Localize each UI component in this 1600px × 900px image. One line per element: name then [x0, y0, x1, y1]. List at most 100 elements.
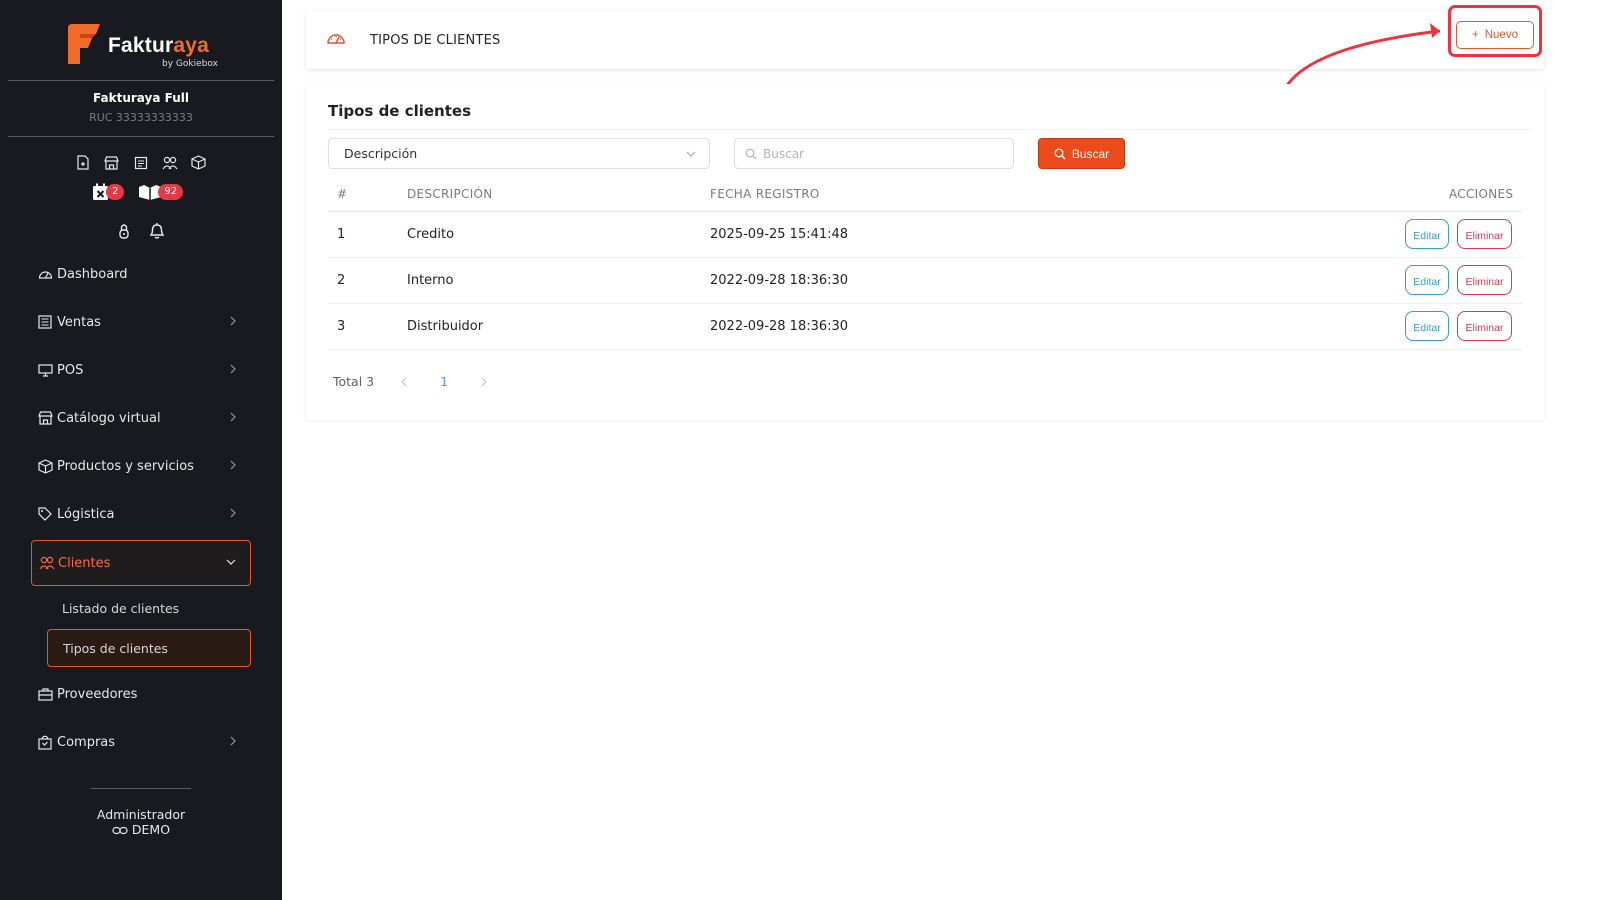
chevron-right-icon	[230, 412, 236, 422]
cell-num: 3	[337, 319, 346, 334]
company-ruc: RUC 33333333333	[89, 111, 193, 124]
user-menu[interactable]: DEMO	[0, 822, 282, 837]
section-title: Tipos de clientes	[328, 102, 471, 120]
dashboard-icon	[38, 266, 54, 282]
cell-num: 2	[337, 273, 346, 288]
column-header-descripcion: DESCRIPCIÓN	[407, 187, 493, 201]
pagination: Total 3 1	[333, 374, 492, 389]
bell-icon[interactable]	[148, 222, 166, 244]
filter-select[interactable]: Descripción	[328, 138, 710, 169]
sub-item-label: Tipos de clientes	[63, 640, 168, 656]
pagination-total: Total 3	[333, 374, 375, 389]
nav-item-clientes[interactable]: Clientes	[31, 540, 251, 586]
receipt-icon[interactable]	[132, 154, 149, 171]
edit-button[interactable]: Editar	[1405, 219, 1449, 249]
section-divider	[328, 129, 1530, 130]
store-icon[interactable]	[103, 154, 120, 171]
calendar-count-badge: 2	[106, 184, 125, 200]
briefcase-icon	[38, 686, 54, 702]
chevron-right-icon	[230, 736, 236, 746]
sidebar-divider	[8, 80, 274, 81]
nav-item-productos-servicios[interactable]: Productos y servicios	[31, 443, 251, 489]
search-button[interactable]: Buscar	[1038, 138, 1125, 169]
cell-num: 1	[337, 227, 346, 242]
edit-button[interactable]: Editar	[1405, 265, 1449, 295]
sub-item-listado-clientes[interactable]: Listado de clientes	[47, 589, 251, 627]
nav-item-pos[interactable]: POS	[31, 347, 251, 393]
column-header-num: #	[337, 187, 348, 201]
cell-fecha: 2022-09-28 18:36:30	[710, 273, 849, 288]
table-row: 3 Distribuidor 2022-09-28 18:36:30 Edita…	[328, 304, 1522, 350]
box-icon	[38, 458, 54, 474]
calendar-badge[interactable]: 2	[92, 183, 125, 201]
lock-icon[interactable]	[116, 222, 132, 244]
brand-byline: by Gokiebox	[162, 59, 218, 69]
search-input[interactable]	[763, 146, 1003, 161]
edit-button[interactable]: Editar	[1405, 311, 1449, 341]
chevron-right-icon	[230, 316, 236, 326]
tag-icon	[38, 506, 54, 522]
sidebar: Fakturaya by Gokiebox Fakturaya Full RUC…	[0, 0, 282, 900]
cell-fecha: 2025-09-25 15:41:48	[710, 227, 849, 242]
chevron-left-icon	[401, 377, 407, 386]
search-icon	[1054, 148, 1066, 159]
chevron-down-icon	[226, 559, 236, 565]
cell-fecha: 2022-09-28 18:36:30	[710, 319, 849, 334]
table-row: 1 Credito 2025-09-25 15:41:48 Editar Eli…	[328, 212, 1522, 258]
search-icon	[745, 148, 757, 159]
nav-item-compras[interactable]: Compras	[31, 719, 251, 765]
company-info: Fakturaya Full RUC 33333333333	[0, 91, 282, 124]
chevron-right-icon	[230, 460, 236, 470]
dashboard-icon	[327, 34, 345, 44]
prev-page-button[interactable]	[396, 377, 412, 387]
chevron-right-icon	[481, 377, 487, 386]
search-button-label: Buscar	[1071, 146, 1110, 161]
nav-item-catalogo-virtual[interactable]: Catálogo virtual	[31, 395, 251, 441]
monitor-icon	[38, 362, 54, 378]
filter-select-value: Descripción	[344, 146, 418, 161]
page-number[interactable]: 1	[440, 374, 448, 389]
nav-label: Compras	[57, 734, 116, 750]
delete-button[interactable]: Eliminar	[1457, 265, 1512, 295]
user-name: DEMO	[131, 822, 171, 837]
brand-name: Fakturaya	[108, 34, 210, 57]
users-icon[interactable]	[161, 154, 178, 171]
sidebar-divider	[8, 136, 274, 137]
nav-label: POS	[57, 362, 84, 378]
delete-button[interactable]: Eliminar	[1457, 311, 1512, 341]
nav-label: Catálogo virtual	[57, 410, 161, 426]
store-icon	[38, 410, 54, 426]
sales-icon	[38, 314, 54, 330]
brand-logo[interactable]: Fakturaya by Gokiebox	[66, 22, 226, 74]
nav-label: Proveedores	[57, 686, 138, 702]
page-title: TIPOS DE CLIENTES	[370, 33, 501, 48]
column-header-fecha: FECHA REGISTRO	[710, 187, 820, 201]
column-header-acciones: ACCIONES	[1449, 187, 1514, 201]
chevron-down-icon	[686, 151, 696, 157]
table-row: 2 Interno 2022-09-28 18:36:30 Editar Eli…	[328, 258, 1522, 304]
company-name: Fakturaya Full	[93, 91, 189, 105]
nav-label: Clientes	[58, 555, 111, 571]
link-icon	[112, 826, 128, 835]
delete-button[interactable]: Eliminar	[1457, 219, 1512, 249]
boxes-badge[interactable]: 92	[138, 184, 184, 200]
sub-item-label: Listado de clientes	[62, 600, 180, 616]
document-add-icon[interactable]	[74, 154, 91, 171]
box-icon[interactable]	[190, 154, 207, 171]
cell-descripcion: Interno	[407, 273, 454, 288]
sidebar-footer-divider	[91, 788, 191, 789]
notification-badges: 2 92	[92, 183, 184, 201]
nav-item-dashboard[interactable]: Dashboard	[31, 251, 251, 297]
highlight-box	[1448, 5, 1542, 57]
users-icon	[39, 555, 55, 571]
nav-item-logistica[interactable]: Lógistica	[31, 491, 251, 537]
nav-item-ventas[interactable]: Ventas	[31, 299, 251, 345]
utility-bar	[116, 222, 166, 244]
nav-item-proveedores[interactable]: Proveedores	[31, 671, 251, 717]
sub-item-tipos-clientes[interactable]: Tipos de clientes	[47, 629, 251, 667]
quick-access-bar	[74, 154, 207, 171]
content-card: Tipos de clientes Descripción Buscar # D…	[306, 84, 1544, 420]
next-page-button[interactable]	[476, 377, 492, 387]
cell-descripcion: Credito	[407, 227, 455, 242]
nav-label: Ventas	[57, 314, 101, 330]
